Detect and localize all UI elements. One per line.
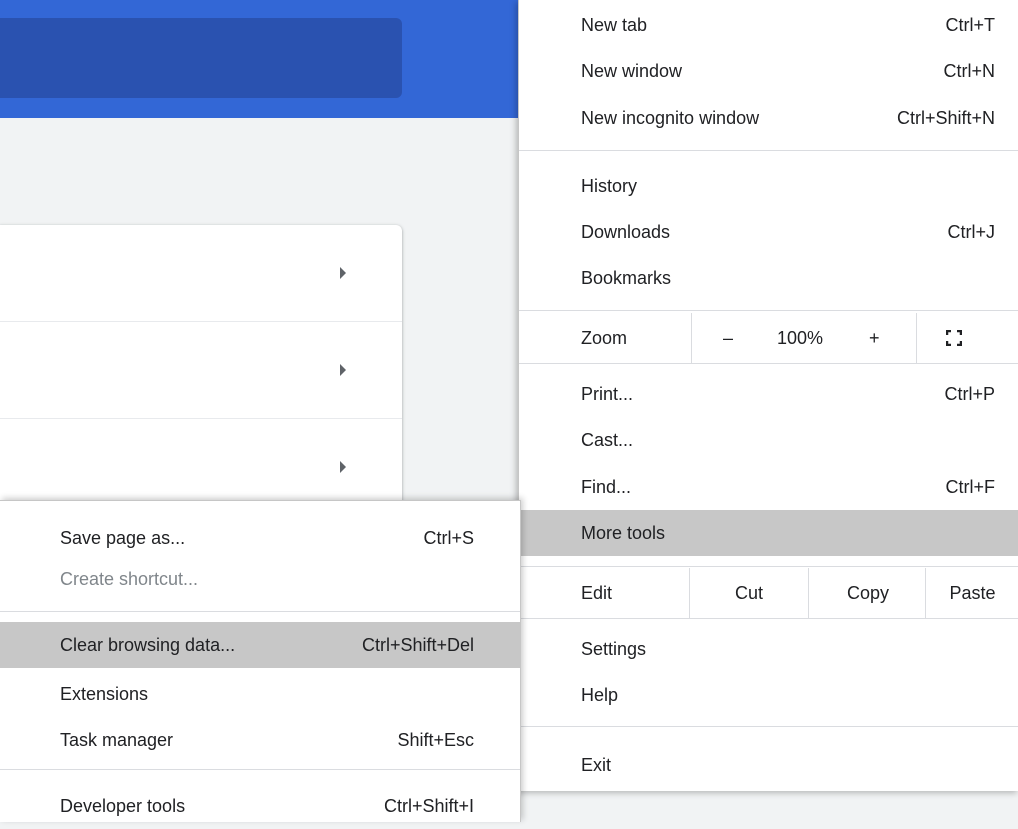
menu-item-new-tab[interactable]: New tab Ctrl+T	[519, 2, 1018, 48]
menu-item-label: Print...	[581, 384, 634, 404]
submenu-item-shortcut: Ctrl+Shift+I	[383, 796, 474, 816]
menu-item-more-tools[interactable]: More tools	[519, 510, 1018, 556]
menu-separator	[519, 566, 1018, 567]
submenu-item-create-shortcut: Create shortcut...	[0, 556, 520, 602]
menu-item-shortcut: Ctrl+Shift+N	[896, 108, 995, 128]
menu-item-new-incognito-window[interactable]: New incognito window Ctrl+Shift+N	[519, 95, 1018, 141]
menu-separator	[519, 310, 1018, 311]
submenu-item-shortcut: Shift+Esc	[397, 730, 474, 750]
fullscreen-icon[interactable]	[946, 330, 962, 346]
menu-item-print[interactable]: Print... Ctrl+P	[519, 371, 1018, 417]
submenu-item-task-manager[interactable]: Task manager Shift+Esc	[0, 717, 520, 763]
menu-item-shortcut: Ctrl+J	[947, 222, 995, 242]
header-bar	[0, 0, 530, 118]
menu-item-label: Cast...	[581, 430, 634, 450]
zoom-divider	[916, 313, 917, 363]
menu-item-label: Settings	[581, 639, 647, 659]
submenu-item-label: Developer tools	[60, 796, 186, 816]
edit-row: Edit Cut Copy Paste	[519, 568, 1018, 618]
menu-separator	[519, 150, 1018, 151]
menu-item-label: New window	[581, 61, 683, 81]
submenu-separator	[0, 611, 520, 612]
submenu-item-developer-tools[interactable]: Developer tools Ctrl+Shift+I	[0, 783, 520, 829]
menu-item-shortcut: Ctrl+F	[945, 477, 996, 497]
submenu-item-extensions[interactable]: Extensions	[0, 671, 520, 717]
edit-label: Edit	[581, 583, 613, 603]
chevron-right-icon	[340, 267, 346, 279]
copy-button[interactable]: Copy	[809, 568, 927, 618]
menu-item-exit[interactable]: Exit	[519, 742, 1018, 788]
menu-item-history[interactable]: History	[519, 163, 1018, 209]
submenu-item-save-page-as[interactable]: Save page as... Ctrl+S	[0, 515, 520, 561]
menu-item-shortcut: Ctrl+P	[944, 384, 995, 404]
more-tools-submenu: Save page as... Ctrl+S Create shortcut..…	[0, 500, 521, 822]
menu-item-label: Downloads	[581, 222, 671, 242]
menu-item-bookmarks[interactable]: Bookmarks	[519, 255, 1018, 301]
card-row[interactable]	[0, 225, 402, 322]
zoom-level: 100%	[777, 328, 824, 348]
menu-item-label: History	[581, 176, 638, 196]
zoom-label: Zoom	[581, 328, 628, 348]
submenu-item-label: Extensions	[60, 684, 149, 704]
menu-item-new-window[interactable]: New window Ctrl+N	[519, 48, 1018, 94]
menu-item-label: Help	[581, 685, 619, 705]
browser-menu: New tab Ctrl+T New window Ctrl+N New inc…	[518, 0, 1018, 791]
menu-item-label: Find...	[581, 477, 632, 497]
zoom-row: Zoom – 100% +	[519, 313, 1018, 363]
submenu-item-clear-browsing-data[interactable]: Clear browsing data... Ctrl+Shift+Del	[0, 622, 520, 668]
menu-separator	[519, 726, 1018, 727]
search-box[interactable]	[0, 18, 402, 98]
menu-item-settings[interactable]: Settings	[519, 626, 1018, 672]
zoom-out-button[interactable]: –	[723, 313, 733, 363]
card-row[interactable]	[0, 322, 402, 419]
menu-item-find[interactable]: Find... Ctrl+F	[519, 464, 1018, 510]
submenu-item-shortcut: Ctrl+S	[423, 528, 474, 548]
chevron-right-icon	[340, 461, 346, 473]
menu-item-downloads[interactable]: Downloads Ctrl+J	[519, 209, 1018, 255]
menu-item-shortcut: Ctrl+T	[945, 15, 996, 35]
menu-item-label: Bookmarks	[581, 268, 672, 288]
menu-item-label: New incognito window	[581, 108, 760, 128]
settings-card	[0, 225, 402, 525]
submenu-separator	[0, 769, 520, 770]
menu-item-label: More tools	[581, 523, 666, 543]
chevron-right-icon	[340, 364, 346, 376]
cut-button[interactable]: Cut	[690, 568, 808, 618]
submenu-item-label: Save page as...	[60, 528, 186, 548]
menu-item-help[interactable]: Help	[519, 672, 1018, 718]
zoom-divider	[691, 313, 692, 363]
menu-item-cast[interactable]: Cast...	[519, 417, 1018, 463]
menu-separator	[519, 618, 1018, 619]
menu-item-label: New tab	[581, 15, 648, 35]
menu-item-shortcut: Ctrl+N	[943, 61, 995, 81]
submenu-item-shortcut: Ctrl+Shift+Del	[361, 635, 474, 655]
submenu-item-label: Create shortcut...	[60, 569, 199, 589]
menu-item-label: Exit	[581, 755, 612, 775]
zoom-in-button[interactable]: +	[869, 313, 880, 363]
paste-button[interactable]: Paste	[926, 568, 1018, 618]
submenu-item-label: Clear browsing data...	[60, 635, 236, 655]
menu-separator	[519, 363, 1018, 364]
submenu-item-label: Task manager	[60, 730, 174, 750]
